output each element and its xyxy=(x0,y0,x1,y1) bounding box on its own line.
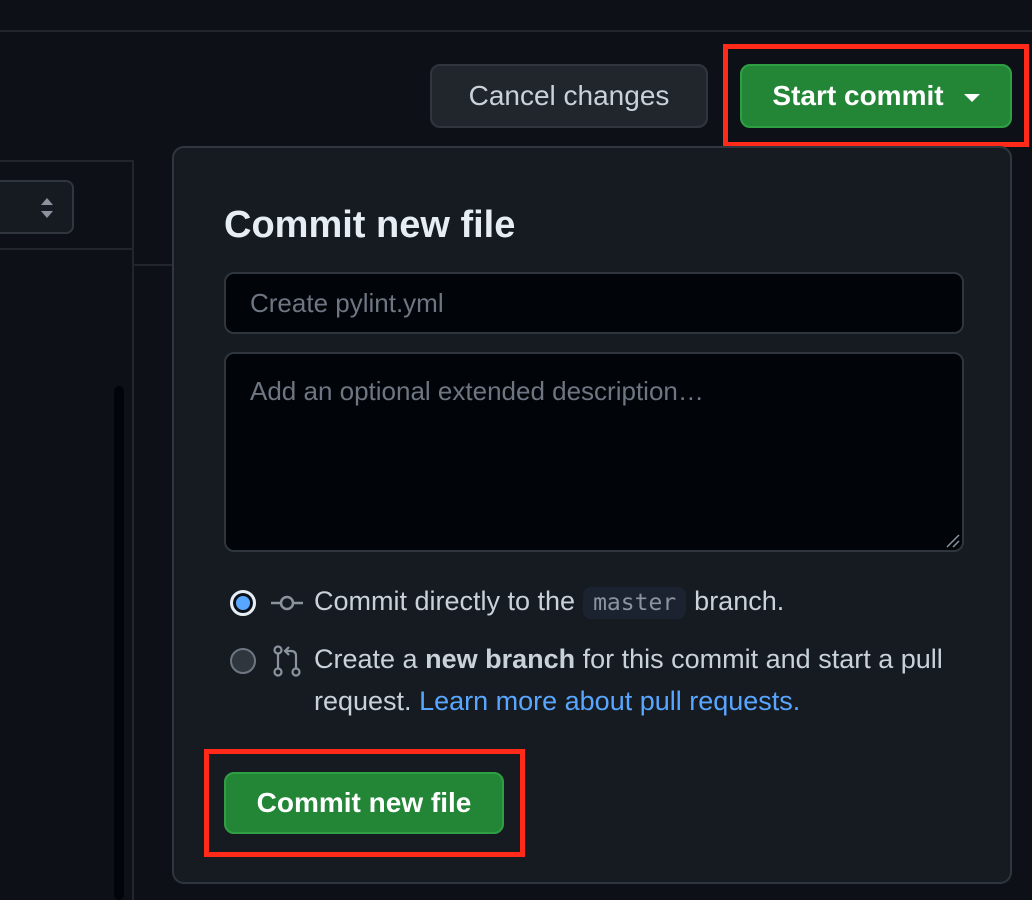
start-commit-label: Start commit xyxy=(772,80,944,111)
commit-direct-radio[interactable] xyxy=(230,590,256,616)
commit-direct-prefix: Commit directly to the xyxy=(314,586,576,616)
commit-summary-input[interactable] xyxy=(224,272,964,334)
learn-more-link[interactable]: Learn more about pull requests. xyxy=(419,686,800,716)
commit-direct-option[interactable]: Commit directly to the master branch. xyxy=(230,586,784,620)
header-divider xyxy=(0,30,1032,32)
caret-down-icon xyxy=(963,94,980,102)
cancel-changes-button[interactable]: Cancel changes xyxy=(430,64,708,128)
screen: Cancel changes Start commit Commit new f… xyxy=(0,0,1032,900)
resize-grip-icon[interactable] xyxy=(944,532,960,548)
editor-divider xyxy=(0,248,132,250)
commit-description-textarea[interactable] xyxy=(224,352,964,552)
indent-mode-select[interactable] xyxy=(0,180,74,234)
new-branch-prefix: Create a xyxy=(314,644,418,674)
updown-arrows-icon xyxy=(41,198,53,218)
commit-new-file-button[interactable]: Commit new file xyxy=(224,772,504,834)
commit-direct-text: Commit directly to the master branch. xyxy=(314,586,785,619)
editor-scrollbar[interactable] xyxy=(114,386,124,900)
commit-new-file-label: Commit new file xyxy=(256,787,472,818)
panel-title: Commit new file xyxy=(224,204,516,246)
new-branch-option[interactable]: Create a new branch for this commit and … xyxy=(230,644,954,722)
new-branch-bold: new branch xyxy=(425,644,576,674)
start-commit-button[interactable]: Start commit xyxy=(740,64,1012,128)
git-commit-icon xyxy=(271,595,303,611)
commit-dropdown-panel: Commit new file Commit directly to thema… xyxy=(172,146,1012,884)
cancel-changes-label: Cancel changes xyxy=(468,80,670,111)
git-pull-request-icon xyxy=(273,645,301,677)
new-branch-text: Create a new branch for this commit and … xyxy=(314,638,954,722)
new-branch-radio[interactable] xyxy=(230,648,256,674)
commit-direct-suffix: branch. xyxy=(694,586,785,616)
branch-name: master xyxy=(583,587,687,619)
